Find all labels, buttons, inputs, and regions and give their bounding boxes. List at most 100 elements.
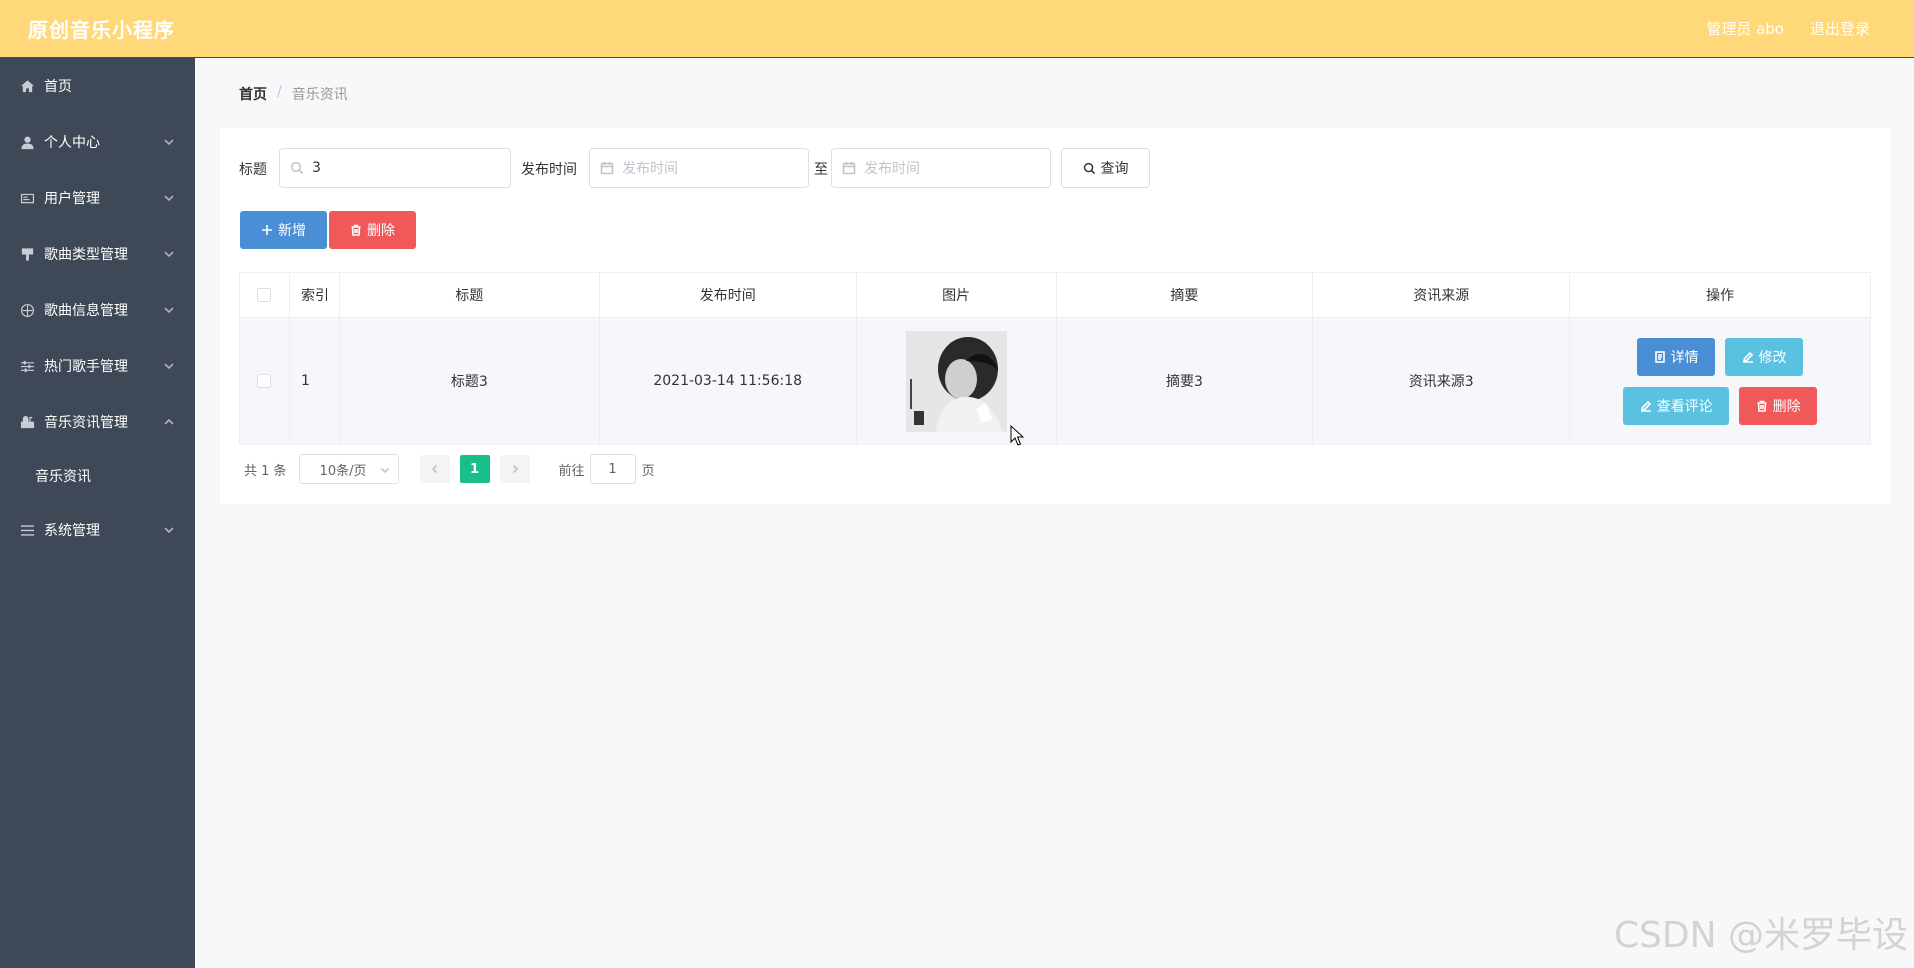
add-button-label: 新增 [278, 223, 306, 239]
app-title: 原创音乐小程序 [28, 18, 175, 42]
date-range-separator: 至 [814, 162, 828, 178]
column-header-publish-time: 发布时间 [600, 273, 857, 317]
batch-delete-button[interactable]: 删除 [329, 211, 416, 249]
prev-page-button[interactable] [419, 455, 450, 483]
row-select-cell [240, 318, 290, 444]
column-header-summary: 摘要 [1057, 273, 1314, 317]
list-icon [18, 521, 36, 539]
edit-button-label: 修改 [1758, 349, 1787, 366]
page-size-value: 10条/页 [319, 463, 367, 479]
title-search-input[interactable]: 3 [279, 148, 511, 188]
page-number-current[interactable]: 1 [459, 455, 490, 483]
sidebar-item-system-management[interactable]: 系统管理 [0, 502, 195, 558]
breadcrumb: 首页 / 音乐资讯 [239, 84, 348, 104]
detail-button-label: 详情 [1670, 349, 1699, 366]
news-thumbnail-image[interactable] [905, 330, 1007, 432]
end-date-input[interactable]: 发布时间 [831, 148, 1051, 188]
row-checkbox[interactable] [257, 374, 272, 388]
edit-button[interactable]: 修改 [1725, 337, 1804, 376]
row-publish-time: 2021-03-14 11:56:18 [600, 318, 857, 444]
row-delete-button[interactable]: 删除 [1739, 386, 1818, 425]
column-header-index: 索引 [290, 273, 340, 317]
chevron-up-icon [163, 416, 175, 428]
table-row: 1 标题3 2021-03-14 11:56:18 摘要3 资讯来源3 详情 修… [240, 318, 1870, 444]
admin-label: 管理员 abo [1706, 20, 1784, 38]
start-date-input[interactable]: 发布时间 [589, 148, 809, 188]
goto-page-input[interactable]: 1 [589, 454, 636, 484]
sidebar-item-user-management[interactable]: 用户管理 [0, 170, 195, 226]
row-source: 资讯来源3 [1313, 318, 1571, 444]
sidebar-item-song-type-management[interactable]: 歌曲类型管理 [0, 226, 195, 282]
page-size-select[interactable]: 10条/页 [298, 454, 399, 484]
sidebar-item-label: 歌曲信息管理 [44, 303, 128, 319]
batch-delete-button-label: 删除 [367, 223, 395, 239]
goto-label: 前往 [558, 463, 585, 479]
chevron-down-icon [163, 248, 175, 260]
view-comments-button-label: 查看评论 [1656, 398, 1713, 415]
trash-icon [351, 224, 361, 236]
row-actions-bottom: 查看评论 删除 [1623, 386, 1818, 425]
pencil-icon [1640, 400, 1651, 412]
query-button[interactable]: 查询 [1061, 148, 1150, 188]
sidebar-item-home[interactable]: 首页 [0, 58, 195, 114]
search-icon [290, 161, 304, 175]
document-icon [1654, 350, 1665, 363]
chevron-right-icon [512, 464, 518, 474]
detail-button[interactable]: 详情 [1637, 337, 1716, 376]
column-header-image: 图片 [857, 273, 1057, 317]
column-header-source: 资讯来源 [1313, 273, 1571, 317]
pagination: 共 1 条 10条/页 1 前往 1 页 [239, 454, 655, 484]
sidebar-subitem-music-news[interactable]: 音乐资讯 [0, 450, 195, 502]
breadcrumb-home[interactable]: 首页 [239, 84, 267, 104]
publish-time-label: 发布时间 [521, 162, 577, 178]
row-summary: 摘要3 [1057, 318, 1314, 444]
end-date-placeholder: 发布时间 [864, 161, 920, 177]
calendar-icon [600, 161, 614, 175]
view-comments-button[interactable]: 查看评论 [1623, 386, 1730, 425]
brush-icon [18, 245, 36, 263]
basketball-icon [18, 301, 36, 319]
sliders-icon [18, 357, 36, 375]
add-button[interactable]: 新增 [240, 211, 327, 249]
pencil-icon [1742, 351, 1753, 363]
mouse-cursor-icon [1010, 425, 1024, 446]
total-count: 共 1 条 [244, 463, 287, 479]
select-all-checkbox[interactable] [257, 288, 272, 302]
logout-link[interactable]: 退出登录 [1810, 18, 1870, 39]
sidebar-item-label: 热门歌手管理 [44, 359, 128, 375]
chevron-down-icon [163, 304, 175, 316]
row-index: 1 [290, 318, 340, 444]
query-button-label: 查询 [1100, 161, 1129, 177]
id-card-icon [18, 189, 36, 207]
chevron-down-icon [163, 192, 175, 204]
chevron-down-icon [163, 136, 175, 148]
sidebar-item-song-info-management[interactable]: 歌曲信息管理 [0, 282, 195, 338]
sidebar-item-music-news-management[interactable]: 音乐资讯管理 [0, 394, 195, 450]
search-icon [1083, 162, 1095, 174]
chevron-down-icon [163, 360, 175, 372]
sidebar-item-label: 首页 [44, 79, 72, 95]
watermark: CSDN @米罗毕设 [1613, 915, 1908, 956]
sidebar-item-personal-center[interactable]: 个人中心 [0, 114, 195, 170]
title-search-value: 3 [312, 160, 321, 176]
sidebar-item-label: 系统管理 [44, 523, 100, 539]
sidebar-item-label: 音乐资讯管理 [44, 415, 128, 431]
sidebar-subitem-label: 音乐资讯 [35, 469, 91, 485]
news-table: 索引 标题 发布时间 图片 摘要 资讯来源 操作 1 标题3 2021-03-1… [239, 272, 1871, 445]
row-image-cell [857, 318, 1057, 444]
home-icon [18, 77, 36, 95]
next-page-button[interactable] [499, 455, 530, 483]
row-delete-button-label: 删除 [1772, 398, 1801, 415]
chevron-down-icon [380, 467, 389, 474]
row-actions-top: 详情 修改 [1637, 337, 1804, 376]
calendar-icon [842, 161, 856, 175]
sidebar-item-label: 用户管理 [44, 191, 100, 207]
sidebar-item-hot-singer-management[interactable]: 热门歌手管理 [0, 338, 195, 394]
start-date-placeholder: 发布时间 [622, 161, 678, 177]
breadcrumb-current: 音乐资讯 [291, 87, 348, 103]
row-title: 标题3 [340, 318, 600, 444]
top-bar: 原创音乐小程序 管理员 abo 退出登录 [0, 0, 1914, 58]
header-select-all [240, 273, 290, 317]
row-actions-cell: 详情 修改 查看评论 删除 [1570, 318, 1870, 444]
sidebar-item-label: 歌曲类型管理 [44, 247, 128, 263]
